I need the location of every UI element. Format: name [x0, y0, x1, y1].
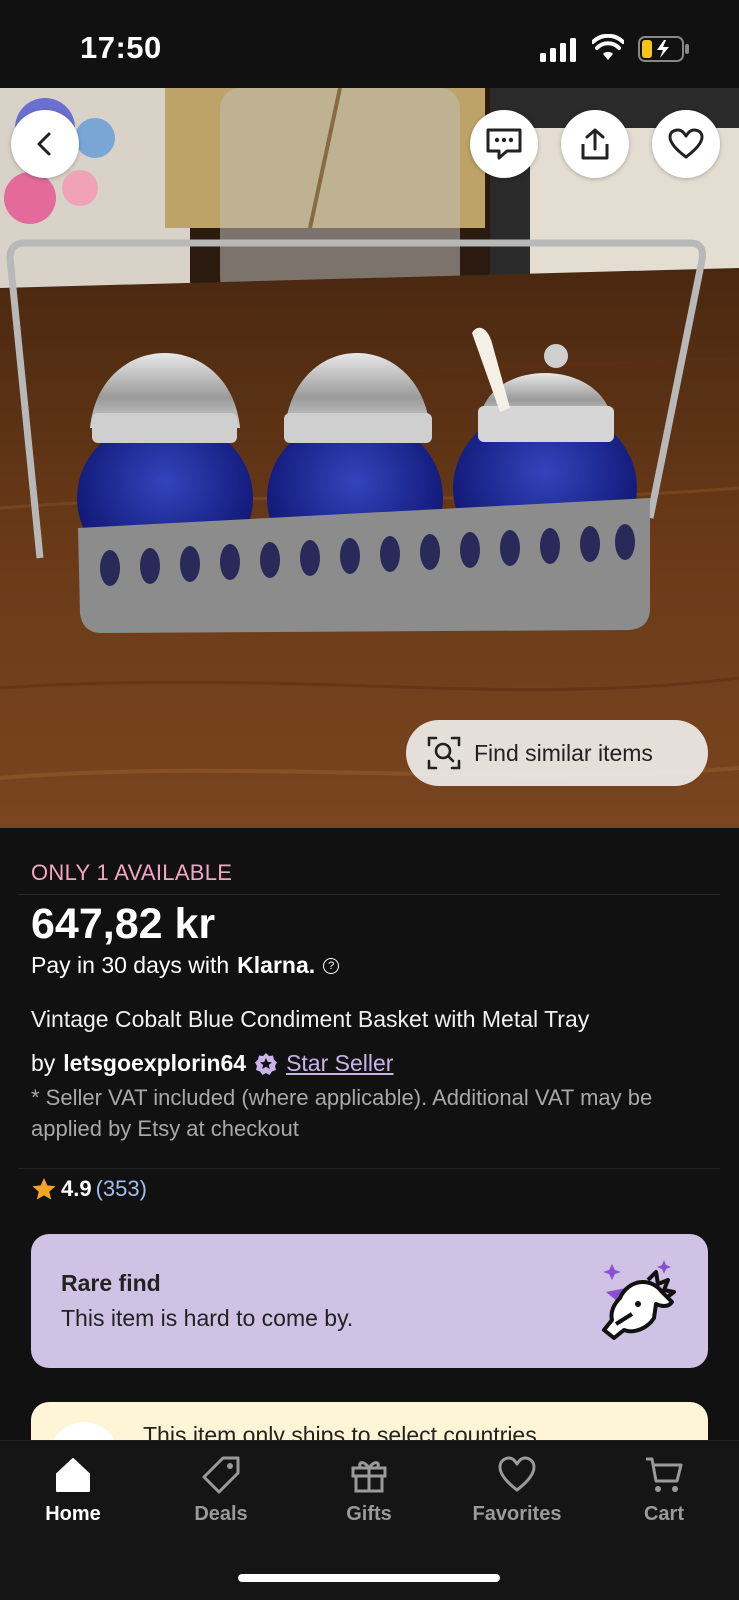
product-photo [0, 88, 739, 828]
seller-name-link[interactable]: letsgoexplorin64 [63, 1050, 246, 1077]
share-button[interactable] [561, 110, 629, 178]
tab-favorites[interactable]: Favorites [457, 1455, 577, 1526]
message-seller-button[interactable] [470, 110, 538, 178]
find-similar-label: Find similar items [474, 739, 653, 766]
tab-cart[interactable]: Cart [604, 1455, 724, 1526]
favorite-button[interactable] [652, 110, 720, 178]
rare-find-subtitle: This item is hard to come by. [61, 1305, 354, 1331]
find-similar-button[interactable]: Find similar items [406, 720, 708, 786]
price: 647,82 kr [31, 900, 216, 948]
divider [18, 1168, 720, 1169]
availability-label: ONLY 1 AVAILABLE [31, 860, 233, 885]
divider [18, 894, 720, 895]
star-seller-badge-icon [255, 1052, 278, 1075]
star-seller-link[interactable]: Star Seller [286, 1050, 393, 1077]
tab-label: Favorites [472, 1503, 562, 1525]
battery-icon [638, 36, 689, 62]
vat-note: * Seller VAT included (where applicable)… [31, 1085, 653, 1141]
rare-find-card: Rare find This item is hard to come by. [31, 1234, 708, 1368]
by-label: by [31, 1050, 56, 1076]
product-title: Vintage Cobalt Blue Condiment Basket wit… [31, 1006, 590, 1032]
gift-icon [351, 1461, 387, 1493]
star-icon [32, 1178, 56, 1200]
cellular-signal-icon [540, 38, 578, 62]
tab-deals[interactable]: Deals [161, 1455, 281, 1526]
share-icon [581, 128, 609, 160]
wifi-icon [592, 34, 624, 60]
tab-label: Gifts [346, 1503, 392, 1525]
klarna-payment-info[interactable]: Pay in 30 days with Klarna. ? [31, 952, 340, 979]
help-icon[interactable]: ? [323, 957, 340, 974]
tab-home[interactable]: Home [13, 1455, 133, 1526]
home-indicator[interactable] [238, 1574, 500, 1582]
tab-gifts[interactable]: Gifts [309, 1455, 429, 1526]
tag-icon [202, 1456, 240, 1494]
visual-search-icon [427, 736, 461, 770]
seller-row: by letsgoexplorin64 Star Seller [31, 1050, 393, 1077]
heart-icon [498, 1456, 536, 1492]
tab-label: Home [45, 1503, 101, 1525]
heart-icon [668, 128, 704, 159]
chevron-left-icon [37, 132, 51, 156]
home-icon [56, 1458, 90, 1492]
status-time: 17:50 [80, 30, 162, 65]
product-image[interactable]: Find similar items [0, 88, 739, 828]
payment-text: Pay in 30 days with [31, 952, 230, 978]
rating-value: 4.9 [61, 1176, 92, 1201]
rare-find-title: Rare find [61, 1270, 161, 1296]
tab-label: Cart [643, 1503, 684, 1525]
cart-icon [646, 1457, 683, 1492]
klarna-logo: Klarna. [237, 952, 316, 978]
status-bar: 17:50 [0, 0, 739, 88]
back-button[interactable] [11, 110, 79, 178]
chat-icon [486, 128, 522, 160]
tab-label: Deals [194, 1503, 248, 1525]
review-count-link[interactable]: (353) [96, 1176, 147, 1202]
rating-row[interactable]: 4.9 (353) [31, 1176, 147, 1202]
unicorn-icon [602, 1260, 676, 1340]
